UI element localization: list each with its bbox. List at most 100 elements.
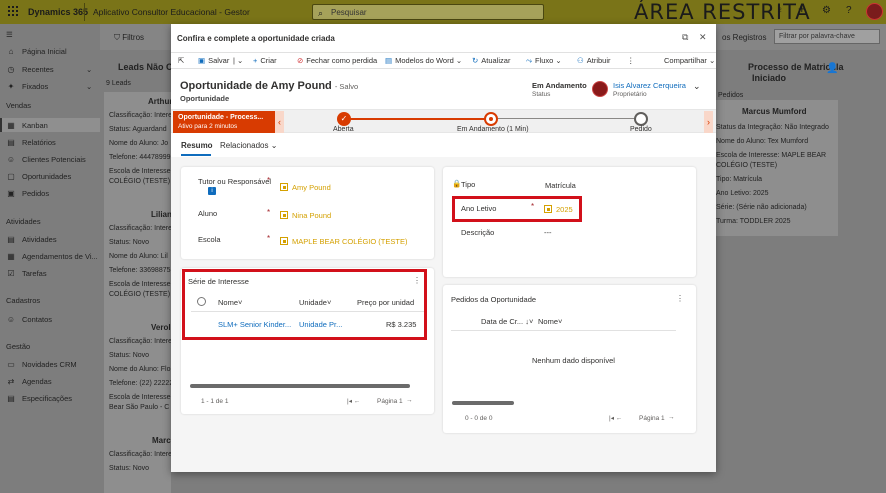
page-indicator: Página 1 xyxy=(377,398,403,405)
sidebar-item-home[interactable]: ⌂ Página Inicial xyxy=(6,47,67,56)
lightbulb-icon[interactable]: ♀ xyxy=(776,5,784,17)
sidebar-item-recent[interactable]: ◷ Recentes ⌄ xyxy=(6,65,93,74)
stage-aberta-check-icon[interactable]: ✓ xyxy=(337,112,351,126)
tab-relacionados[interactable]: Relacionados ⌄ xyxy=(220,141,277,150)
hamburger-icon[interactable]: ☰ xyxy=(6,30,13,39)
right-column-title-2: Iniciado xyxy=(752,73,787,83)
info-icon[interactable]: i xyxy=(208,187,216,195)
lookup-icon xyxy=(280,183,288,191)
owner-link[interactable]: Isis Alvarez Cerqueira xyxy=(613,81,686,90)
header-expand-chevron-icon[interactable]: ⌄ xyxy=(693,81,701,92)
section-vendas: Vendas xyxy=(6,101,32,110)
sidebar-item-pinned[interactable]: ✦ Fixados ⌄ xyxy=(6,82,93,91)
sidebar-item-novidades[interactable]: ▭ Novidades CRM xyxy=(6,360,76,369)
lookup-icon xyxy=(280,237,288,245)
lead-card-name[interactable]: Arthur xyxy=(148,97,172,106)
save-options-chevron[interactable]: | ⌄ xyxy=(233,56,243,65)
filters-button[interactable]: ⛉ Filtros xyxy=(114,33,144,43)
first-page-icon[interactable]: |◂ ← xyxy=(609,414,622,422)
close-as-lost-button[interactable]: ⊘ Fechar como perdida xyxy=(297,56,377,65)
share-button[interactable]: Compartilhar ⌄ xyxy=(664,56,715,65)
lead-card-line: Status: Aguardand xyxy=(109,126,167,133)
sync-icon: ⇄ xyxy=(7,377,15,386)
sidebar-item-oportunidades[interactable]: ▢ Oportunidades xyxy=(6,172,71,181)
descricao-value[interactable]: --- xyxy=(544,228,552,237)
refresh-icon: ↻ xyxy=(472,56,479,65)
lead-card-name[interactable]: Lilian xyxy=(151,210,172,219)
refresh-button[interactable]: ↻ Atualizar xyxy=(472,56,510,65)
sidebar-item-relatorios[interactable]: ▤ Relatórios xyxy=(6,138,56,147)
expand-icon[interactable]: ⇱ xyxy=(178,56,184,65)
more-commands-icon[interactable]: ⋮ xyxy=(627,56,635,65)
gear-icon[interactable]: ⚙ xyxy=(822,5,831,17)
order-card-line: Escola de Interesse: MAPLE BEAR xyxy=(716,152,827,159)
aluno-lookup-value[interactable]: Nina Pound xyxy=(280,211,331,220)
next-page-icon[interactable]: → xyxy=(668,414,675,421)
sidebar-item-especificacoes[interactable]: ▤ Especificações xyxy=(6,394,72,403)
stage-pedido[interactable]: Pedido xyxy=(630,126,652,133)
assign-button[interactable]: ⚇ Atribuir xyxy=(577,56,611,65)
field-label-tutor: Tutor ou Responsável xyxy=(198,177,272,186)
word-templates-button[interactable]: ▤ Modelos do Word ⌄ xyxy=(385,56,462,65)
new-button[interactable]: + Criar xyxy=(253,56,277,65)
sidebar-item-kanban[interactable]: ▦ Kanban xyxy=(6,121,48,130)
bpf-next-arrow-icon[interactable]: › xyxy=(704,111,713,133)
right-column-subtitle: Pedidos xyxy=(718,92,744,99)
sidebar-item-agendas[interactable]: ⇄ Agendas xyxy=(6,377,52,386)
bpf-process-name: Oportunidade - Process... xyxy=(178,114,264,121)
flow-button[interactable]: ⤳ Fluxo ⌄ xyxy=(526,56,562,66)
app-launcher-icon[interactable] xyxy=(8,6,18,16)
column-header-data-criacao[interactable]: Data de Cr... ↓˅ xyxy=(481,317,533,326)
save-button[interactable]: ▣ Salvar xyxy=(198,56,229,65)
brand-name[interactable]: Dynamics 365 xyxy=(28,7,88,17)
column-header-nome[interactable]: Nome˅ xyxy=(538,317,562,326)
lead-card-name[interactable]: Verol xyxy=(151,323,171,332)
sidebar-item-clientes[interactable]: ☺ Clientes Potenciais xyxy=(6,155,86,164)
highlight-serie-interesse xyxy=(182,269,427,340)
sidebar-item-pedidos[interactable]: ▣ Pedidos xyxy=(6,189,49,198)
close-icon[interactable]: ✕ xyxy=(699,32,707,43)
plus-icon[interactable]: + xyxy=(798,2,806,15)
lead-card-line: Status: Novo xyxy=(109,465,150,472)
kanban-icon: ▦ xyxy=(7,121,15,130)
stage-aberta[interactable]: Aberta xyxy=(333,126,354,133)
lead-card-line: Classificação: Intere xyxy=(109,451,173,458)
bpf-progress-line xyxy=(345,118,491,120)
keyword-filter-input[interactable]: Filtrar por palavra-chave xyxy=(774,29,880,44)
tutor-lookup-value[interactable]: Amy Pound xyxy=(280,183,331,192)
tab-resumo[interactable]: Resumo xyxy=(181,141,213,150)
sidebar-item-atividades[interactable]: ▤ Atividades xyxy=(6,235,56,244)
required-marker: * xyxy=(267,208,271,217)
horizontal-scrollbar[interactable] xyxy=(190,384,410,388)
lead-card-line: COLÉGIO (TESTE) xyxy=(109,291,171,298)
sidebar-item-agendamentos[interactable]: ▦ Agendamentos de Vi... xyxy=(6,252,98,261)
bpf-prev-arrow-icon[interactable]: ‹ xyxy=(275,111,284,133)
field-label-descricao: Descrição xyxy=(461,228,495,237)
user-avatar[interactable] xyxy=(866,3,883,20)
sidebar-item-tarefas[interactable]: ☑ Tarefas xyxy=(6,269,46,278)
next-page-icon[interactable]: → xyxy=(406,397,413,404)
stage-pedido-dot[interactable] xyxy=(634,112,648,126)
lead-card-line: Escola de Interesse: xyxy=(109,394,173,401)
field-label-aluno: Aluno xyxy=(198,209,218,218)
order-card-name[interactable]: Marcus Mumford xyxy=(742,107,806,116)
open-new-window-icon[interactable]: ⧉ xyxy=(682,32,688,43)
bpf-active-process[interactable]: Oportunidade - Process... Ativo para 2 m… xyxy=(173,111,275,133)
first-page-icon[interactable]: |◂ ← xyxy=(347,397,360,405)
escola-lookup-value[interactable]: MAPLE BEAR COLÉGIO (TESTE) xyxy=(280,237,407,246)
dialog-header: Confira e complete a oportunidade criada… xyxy=(171,24,716,53)
order-card-line: COLÉGIO (TESTE) xyxy=(716,162,778,169)
lead-card-line: Classificação: Intere xyxy=(109,338,173,345)
business-process-flow: Oportunidade - Process... Ativo para 2 m… xyxy=(171,109,716,133)
lead-card-line: Escola de Interesse: xyxy=(109,281,173,288)
more-options-icon[interactable]: ⋮ xyxy=(676,294,684,303)
order-card-line: Tipo: Matrícula xyxy=(716,176,763,183)
stage-current-dot[interactable] xyxy=(484,112,498,126)
help-icon[interactable]: ? xyxy=(846,5,852,17)
horizontal-scrollbar[interactable] xyxy=(452,401,514,405)
record-title: Oportunidade de Amy Pound - Salvo xyxy=(180,80,359,92)
global-search-input[interactable]: ⌕ Pesquisar xyxy=(312,4,544,20)
app-name[interactable]: Aplicativo Consultor Educacional - Gesto… xyxy=(84,3,250,21)
stage-em-andamento[interactable]: Em Andamento (1 Min) xyxy=(457,126,529,133)
sidebar-item-contatos[interactable]: ☺ Contatos xyxy=(6,315,52,324)
